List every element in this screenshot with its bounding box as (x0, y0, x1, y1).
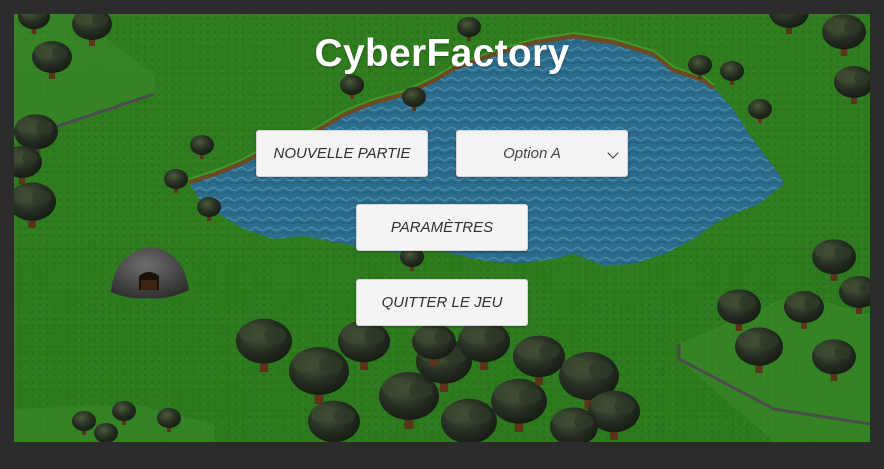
dropdown-selected-value: Option A (503, 145, 561, 162)
game-viewport: CyberFactory NOUVELLE PARTIE Option A PA… (14, 14, 870, 442)
chevron-down-icon (607, 147, 619, 159)
mode-dropdown[interactable]: Option A (456, 130, 628, 177)
game-title: CyberFactory (314, 32, 570, 75)
cave (111, 247, 189, 299)
new-game-button[interactable]: NOUVELLE PARTIE (256, 130, 428, 177)
settings-button[interactable]: PARAMÈTRES (356, 204, 528, 251)
quit-game-button[interactable]: QUITTER LE JEU (356, 279, 528, 326)
